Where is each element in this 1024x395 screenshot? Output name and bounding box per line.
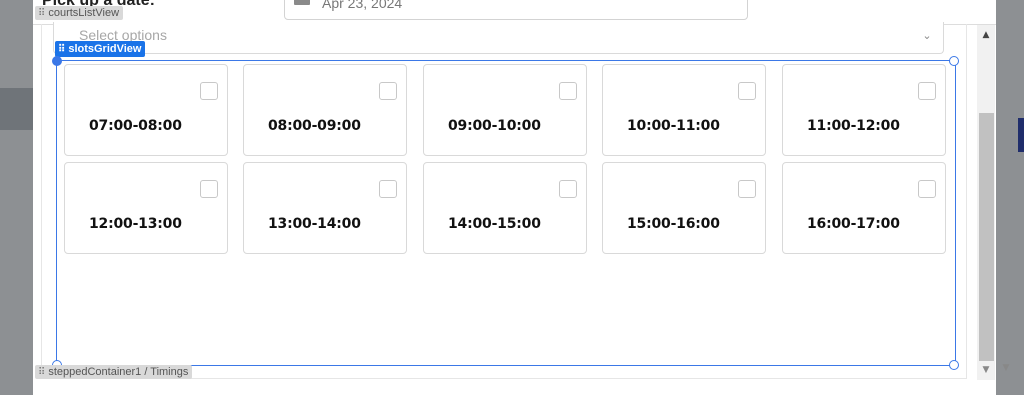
backdrop-right xyxy=(996,0,1024,395)
slot-time-label: 10:00-11:00 xyxy=(627,118,720,134)
slot-checkbox[interactable] xyxy=(559,180,577,198)
slot-card[interactable]: 12:00-13:00 xyxy=(64,162,228,254)
courts-list-tag[interactable]: ⠿ courtsListView xyxy=(35,6,124,20)
resize-handle-top-left[interactable] xyxy=(52,56,62,66)
drag-grip-icon: ⠿ xyxy=(58,44,66,55)
slot-checkbox[interactable] xyxy=(738,180,756,198)
scrollbar-thumb[interactable] xyxy=(979,113,994,361)
slot-checkbox[interactable] xyxy=(918,82,936,100)
slot-card[interactable]: 16:00-17:00 xyxy=(782,162,946,254)
outer-scroll-down-arrow-icon[interactable]: ▼ xyxy=(997,363,1015,377)
slot-time-label: 11:00-12:00 xyxy=(807,118,900,134)
stepped-container-tag[interactable]: ⠿ steppedContainer1 / Timings xyxy=(35,365,193,379)
drag-grip-icon: ⠿ xyxy=(38,8,46,19)
scroll-up-arrow-icon[interactable]: ▲ xyxy=(977,25,995,45)
slot-time-label: 16:00-17:00 xyxy=(807,216,900,232)
slot-checkbox[interactable] xyxy=(918,180,936,198)
slot-time-label: 12:00-13:00 xyxy=(89,216,182,232)
calendar-icon xyxy=(294,0,310,5)
slots-grid-tag-label: slotsGridView xyxy=(68,43,142,55)
courts-list-tag-label: courtsListView xyxy=(48,7,120,19)
chevron-down-icon: ⌄ xyxy=(922,29,932,42)
slot-checkbox[interactable] xyxy=(559,82,577,100)
resize-handle-top-right[interactable] xyxy=(949,56,959,66)
resize-handle-bottom-right[interactable] xyxy=(949,360,959,370)
slot-checkbox[interactable] xyxy=(379,82,397,100)
slot-time-label: 08:00-09:00 xyxy=(268,118,361,134)
scroll-down-arrow-icon[interactable]: ▼ xyxy=(977,361,995,380)
stepped-container-tag-label: steppedContainer1 / Timings xyxy=(48,366,189,378)
slot-card[interactable]: 08:00-09:00 xyxy=(243,64,407,156)
slot-checkbox[interactable] xyxy=(200,82,218,100)
vertical-scrollbar[interactable]: ▲ ▼ xyxy=(977,25,995,380)
slot-card[interactable]: 10:00-11:00 xyxy=(602,64,766,156)
slot-checkbox[interactable] xyxy=(200,180,218,198)
court-select[interactable]: Select options ⌄ xyxy=(53,22,944,54)
slot-card[interactable]: 13:00-14:00 xyxy=(243,162,407,254)
slots-grid-tag[interactable]: ⠿ slotsGridView xyxy=(55,41,146,57)
slot-time-label: 15:00-16:00 xyxy=(627,216,720,232)
slot-checkbox[interactable] xyxy=(738,82,756,100)
slot-time-label: 13:00-14:00 xyxy=(268,216,361,232)
slot-time-label: 14:00-15:00 xyxy=(448,216,541,232)
backdrop-sidebar-strip xyxy=(0,88,33,130)
date-picker-input[interactable]: Apr 23, 2024 xyxy=(284,0,748,20)
modal-panel: Pick up a date: Apr 23, 2024 ⠿ courtsList… xyxy=(33,0,1009,395)
backdrop-right-accent xyxy=(1018,118,1024,152)
slot-card[interactable]: 15:00-16:00 xyxy=(602,162,766,254)
drag-grip-icon: ⠿ xyxy=(38,367,46,378)
slot-card[interactable]: 09:00-10:00 xyxy=(423,64,587,156)
slot-card[interactable]: 07:00-08:00 xyxy=(64,64,228,156)
slot-card[interactable]: 11:00-12:00 xyxy=(782,64,946,156)
slot-time-label: 07:00-08:00 xyxy=(89,118,182,134)
slot-time-label: 09:00-10:00 xyxy=(448,118,541,134)
date-value: Apr 23, 2024 xyxy=(322,0,403,11)
slot-checkbox[interactable] xyxy=(379,180,397,198)
slot-card[interactable]: 14:00-15:00 xyxy=(423,162,587,254)
